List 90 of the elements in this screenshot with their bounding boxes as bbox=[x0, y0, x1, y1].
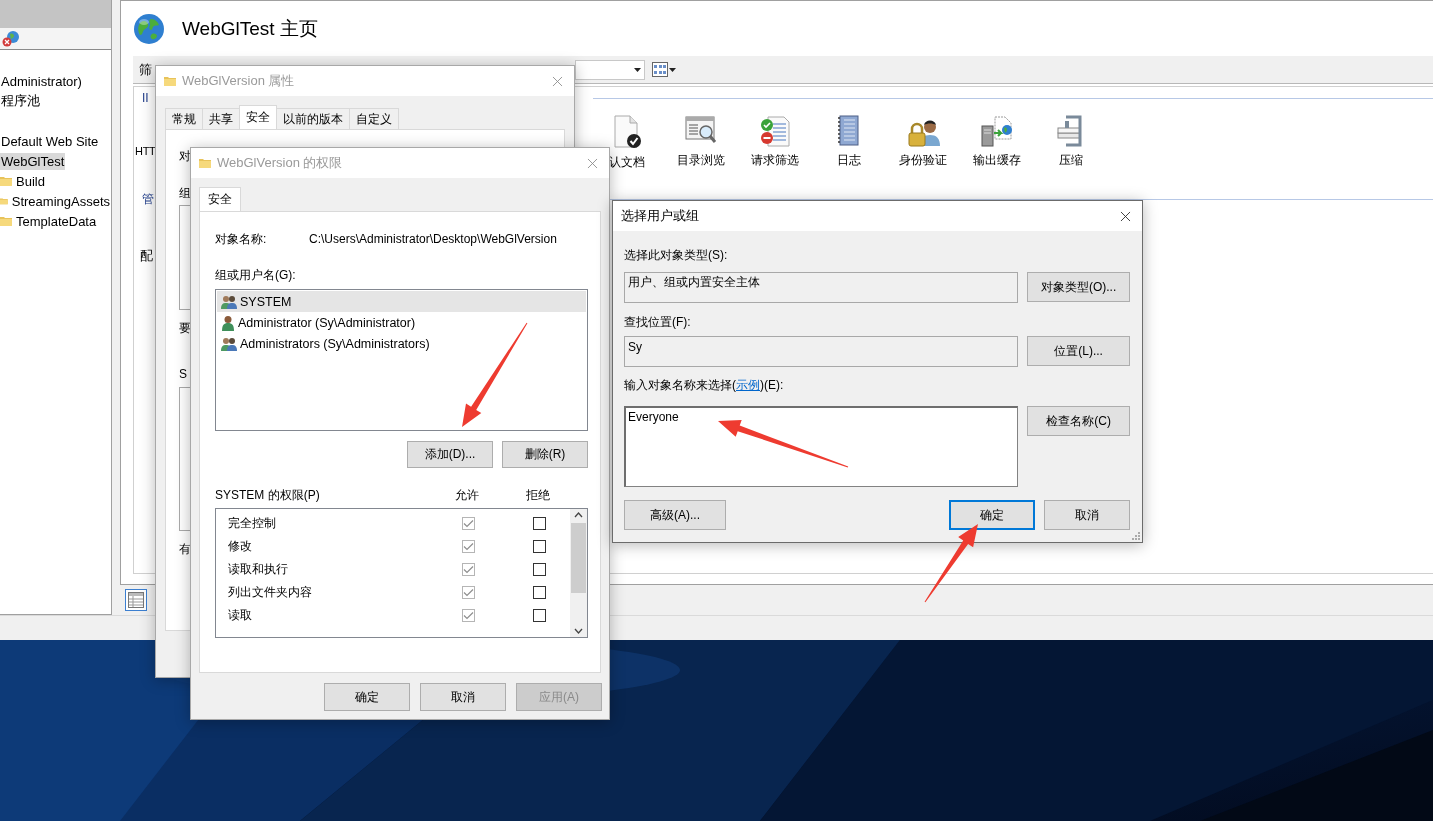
tab[interactable]: 自定义 bbox=[349, 108, 399, 129]
field-label: 查找位置(F): bbox=[624, 314, 692, 330]
document-check-icon bbox=[611, 115, 643, 149]
connect-icon[interactable] bbox=[2, 29, 20, 48]
label-fragment: 有 bbox=[179, 541, 191, 555]
folder-icon bbox=[0, 215, 12, 227]
features-view-tab[interactable] bbox=[125, 589, 147, 611]
permission-name: 修改 bbox=[228, 538, 253, 555]
window-title: WebGlVersion 属性 bbox=[182, 72, 296, 90]
tree-item[interactable]: TemplateData bbox=[15, 212, 98, 230]
feature-label: HTT bbox=[135, 145, 156, 157]
feature-label[interactable]: 输出缓存 bbox=[973, 152, 1021, 169]
tree-item[interactable]: WebGlTest bbox=[0, 152, 66, 170]
filter-combo[interactable] bbox=[575, 59, 645, 80]
checkbox[interactable] bbox=[532, 609, 546, 622]
advanced-button[interactable]: 高级(A)... bbox=[624, 500, 726, 530]
add-button[interactable]: 添加(D)... bbox=[407, 441, 493, 468]
object-type-field[interactable]: 用户、组或内置安全主体 bbox=[624, 272, 1019, 303]
field-label: 输入对象名称来选择(示例)(E): bbox=[624, 377, 785, 393]
check-names-button[interactable]: 检查名称(C) bbox=[1027, 406, 1130, 436]
user-row[interactable]: Administrators (Sy\Administrators) bbox=[217, 333, 586, 354]
view-button[interactable] bbox=[650, 59, 678, 80]
group-heading: 管 bbox=[142, 190, 154, 208]
feature-label[interactable]: 请求筛选 bbox=[751, 152, 799, 169]
location-field[interactable]: Sy bbox=[624, 336, 1019, 367]
label-fragment: 组 bbox=[179, 185, 191, 199]
window-title: 选择用户或组 bbox=[621, 207, 700, 225]
window-title: WebGlVersion 的权限 bbox=[217, 154, 344, 172]
tree-item[interactable]: Default Web Site bbox=[0, 132, 100, 150]
checkbox[interactable] bbox=[532, 517, 546, 530]
location-button[interactable]: 位置(L)... bbox=[1027, 336, 1130, 366]
permission-name: 读取 bbox=[228, 607, 253, 624]
object-type-button[interactable]: 对象类型(O)... bbox=[1027, 272, 1130, 302]
user-row[interactable]: Administrator (Sy\Administrator) bbox=[217, 312, 586, 333]
users-icon bbox=[221, 336, 237, 351]
dialog-button[interactable]: 取消 bbox=[1044, 500, 1130, 530]
column-header: 允许 bbox=[454, 487, 480, 504]
tab[interactable]: 常规 bbox=[165, 108, 203, 129]
scrollbar[interactable] bbox=[570, 509, 587, 637]
folder-icon bbox=[0, 175, 12, 187]
page-title: WebGlTest 主页 bbox=[182, 16, 318, 41]
tree-item[interactable]: Build bbox=[15, 172, 46, 190]
checkbox[interactable] bbox=[532, 540, 546, 553]
feature-label[interactable]: 身份验证 bbox=[899, 152, 947, 169]
users-icon bbox=[221, 294, 237, 309]
filter-label: 筛 bbox=[139, 60, 153, 79]
folder-icon bbox=[0, 195, 8, 207]
feature-label: 配 bbox=[140, 248, 153, 263]
tab[interactable]: 安全 bbox=[239, 105, 277, 129]
permissions-label: SYSTEM 的权限(P) bbox=[215, 487, 321, 504]
names-field[interactable]: Everyone bbox=[624, 406, 1019, 487]
feature-label[interactable]: 日志 bbox=[837, 152, 861, 169]
group-heading: II bbox=[142, 91, 149, 105]
users-label: 组或用户名(G): bbox=[215, 267, 297, 283]
resize-grip-icon[interactable] bbox=[1131, 531, 1140, 540]
tree-item[interactable]: 程序池 bbox=[0, 91, 41, 111]
example-link[interactable]: 示例 bbox=[736, 378, 760, 392]
label-fragment: 对 bbox=[179, 148, 191, 162]
remove-button[interactable]: 删除(R) bbox=[502, 441, 588, 468]
folder-icon bbox=[164, 75, 176, 87]
folder-icon bbox=[199, 157, 211, 169]
permission-name: 列出文件夹内容 bbox=[228, 584, 313, 601]
object-name-label: 对象名称: bbox=[215, 230, 268, 248]
feature-label[interactable]: 认文档 bbox=[609, 154, 645, 171]
filter-list-icon bbox=[759, 115, 791, 147]
object-path: C:\Users\Administrator\Desktop\WebGlVersion bbox=[309, 232, 557, 246]
tree-item[interactable]: StreamingAssets bbox=[10, 192, 111, 210]
table-icon bbox=[128, 592, 144, 608]
dialog-button[interactable]: 确定 bbox=[324, 683, 410, 711]
label-fragment: S bbox=[179, 367, 187, 381]
dialog-button[interactable]: 取消 bbox=[420, 683, 506, 711]
permission-name: 完全控制 bbox=[228, 515, 277, 532]
field-label: 选择此对象类型(S): bbox=[624, 247, 729, 263]
feature-label[interactable]: 目录浏览 bbox=[677, 152, 725, 169]
server-cache-icon bbox=[980, 115, 1014, 147]
dialog-button[interactable]: 确定 bbox=[949, 500, 1035, 530]
tree-item[interactable]: Administrator) bbox=[0, 72, 83, 90]
checkbox[interactable] bbox=[532, 563, 546, 576]
user-icon bbox=[221, 314, 235, 331]
column-header: 拒绝 bbox=[525, 487, 551, 504]
globe-icon bbox=[133, 12, 165, 45]
user-row[interactable]: SYSTEM bbox=[217, 291, 586, 312]
checkbox[interactable] bbox=[532, 586, 546, 599]
label-fragment: 要 bbox=[179, 320, 191, 334]
feature-label[interactable]: 压缩 bbox=[1059, 152, 1083, 169]
dropdown-caret-icon bbox=[669, 67, 676, 72]
view-icon bbox=[652, 62, 668, 77]
tab[interactable]: 安全 bbox=[199, 187, 241, 211]
caret-icon bbox=[634, 67, 641, 72]
permission-name: 读取和执行 bbox=[228, 561, 289, 578]
